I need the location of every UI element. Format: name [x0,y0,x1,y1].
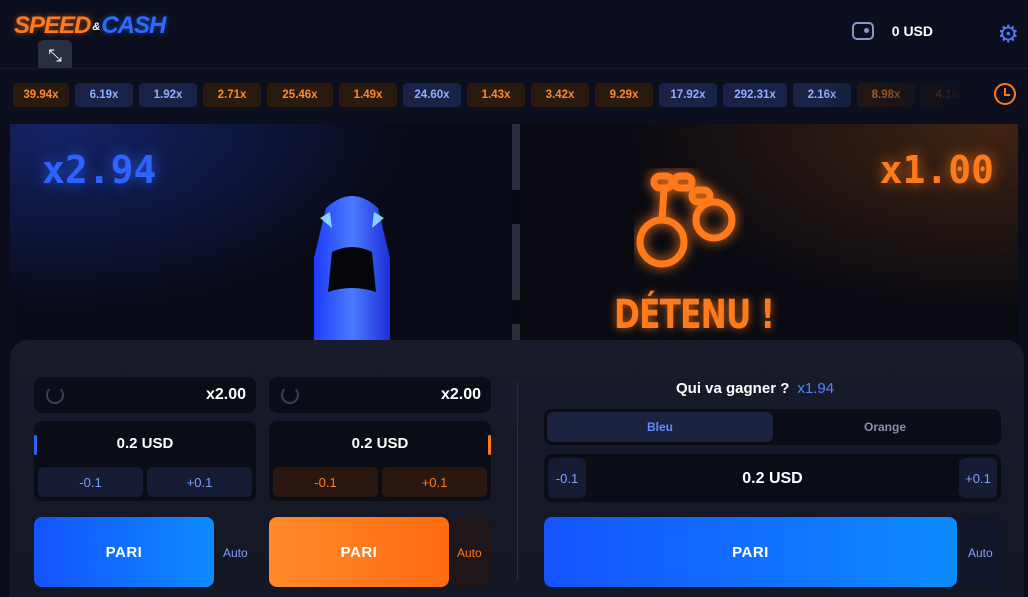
history-chip[interactable]: 1.49x [339,83,397,107]
speed-cash-logo: SPEED &CASH [14,12,166,40]
header: SPEED &CASH ⤡ 0 USD ⚙ [0,0,1028,72]
winner-pari-button[interactable]: PARI [544,517,957,587]
history-chip[interactable]: 39.94x [13,83,69,107]
winner-odds: x1.94 [797,380,835,397]
blue-bet-amount[interactable]: 0.2 USD [34,435,256,452]
logo-speed: SPEED [14,12,91,39]
history-chip[interactable]: 25.46x [267,83,333,107]
history-chip[interactable]: 3.42x [531,83,589,107]
history-chip[interactable]: 17.92x [659,83,717,107]
history-chip[interactable]: 2.71x [203,83,261,107]
history-fade [820,69,990,123]
history-chip[interactable]: 1.92x [139,83,197,107]
blue-bet-box: 0.2 USD -0.1 +0.1 [34,421,256,501]
race-scene: x2.94 x1.00 DÉTENU ! [10,124,1018,364]
orange-auto-button[interactable]: Auto [457,546,482,560]
orange-plus-button[interactable]: +0.1 [382,467,487,497]
history-chip[interactable]: 292.31x [723,83,787,107]
lane-divider [512,124,520,190]
orange-multiplier: x1.00 [879,148,994,192]
orange-cashout-value: x2.00 [440,386,481,403]
spinner-icon [46,386,64,404]
lane-divider [512,224,520,300]
history-chip[interactable]: 24.60x [403,83,461,107]
winner-minus-button[interactable]: -0.1 [548,458,586,498]
blue-auto-cashout[interactable]: x2.00 [34,377,256,413]
balance: 0 USD [851,22,933,40]
orange-pari-button[interactable]: PARI [269,517,449,587]
history-chip[interactable]: 1.43x [467,83,525,107]
panel-divider [517,382,518,580]
settings-gear-icon[interactable]: ⚙ [997,20,1019,49]
logo-cash: CASH [101,12,166,39]
winner-selector: Bleu Orange [544,409,1001,445]
blue-minus-button[interactable]: -0.1 [38,467,143,497]
history-clock-icon[interactable] [994,83,1016,105]
winner-bet-amount[interactable]: 0.2 USD [544,470,1001,488]
option-orange[interactable]: Orange [772,412,998,442]
orange-minus-button[interactable]: -0.1 [273,467,378,497]
blue-car-icon [314,196,390,364]
orange-auto-cashout[interactable]: x2.00 [269,377,491,413]
status-detained: DÉTENU ! [614,292,775,338]
winner-auto-button[interactable]: Auto [968,546,993,560]
blue-cashout-value: x2.00 [205,386,246,403]
spinner-icon [281,386,299,404]
blue-plus-button[interactable]: +0.1 [147,467,252,497]
blue-auto-button[interactable]: Auto [223,546,248,560]
winner-plus-button[interactable]: +0.1 [959,458,997,498]
logo-amp: & [92,20,100,33]
history-chip[interactable]: 9.29x [595,83,653,107]
orange-step-buttons: -0.1 +0.1 [273,467,487,497]
history-chip[interactable]: 6.19x [75,83,133,107]
balance-value: 0 USD [891,23,933,39]
winner-question-text: Qui va gagner ? [676,380,790,397]
blue-pari-button[interactable]: PARI [34,517,214,587]
blue-step-buttons: -0.1 +0.1 [38,467,252,497]
orange-bet-amount[interactable]: 0.2 USD [269,435,491,452]
option-blue[interactable]: Bleu [547,412,773,442]
winner-question: Qui va gagner ? x1.94 [676,380,834,397]
handcuffs-icon [636,172,736,268]
history-bar: 39.94x 6.19x 1.92x 2.71x 25.46x 1.49x 24.60x 1.… [0,68,1028,123]
wallet-icon [851,22,874,40]
orange-bet-box: 0.2 USD -0.1 +0.1 [269,421,491,501]
winner-bet-box: 0.2 USD -0.1 +0.1 [544,454,1001,502]
blue-multiplier: x2.94 [42,148,157,192]
